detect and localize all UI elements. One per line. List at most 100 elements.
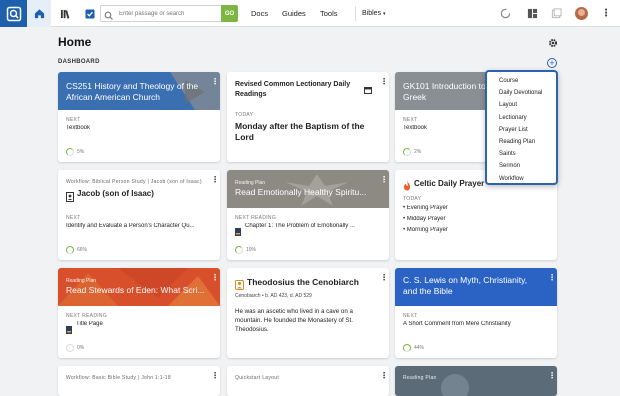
next-label: NEXT READING	[235, 215, 277, 221]
layouts-icon[interactable]	[524, 0, 540, 27]
card-title[interactable]: C. S. Lewis on Myth, Christianity, and t…	[403, 275, 527, 296]
progress: 66%	[66, 246, 87, 254]
dropdown-item-sermon[interactable]: Sermon	[487, 160, 556, 172]
course-card-cs251[interactable]: CS251 History and Theology of the Africa…	[58, 72, 220, 162]
card-title[interactable]: Theodosius the Cenobiarch	[247, 277, 381, 287]
card-menu-icon[interactable]: ⋮	[211, 372, 219, 380]
prayer-item[interactable]: • Evening Prayer	[403, 205, 549, 211]
card-menu-icon[interactable]: ⋮	[380, 78, 388, 86]
reading-plan-card-4[interactable]: Reading Plan ⋮	[395, 366, 557, 396]
layout-card[interactable]: Quickstart Layout ⋮	[227, 366, 389, 396]
saint-dates: Cenobiarch • b. AD 423, d. AD 529	[235, 293, 312, 299]
card-menu-icon[interactable]: ⋮	[548, 372, 556, 380]
sync-icon[interactable]	[497, 0, 513, 27]
card-title[interactable]: Read Emotionally Healthy Spiritu...	[235, 187, 366, 197]
next-item[interactable]: Identify and Evaluate a Person's Charact…	[66, 223, 212, 229]
card-menu-icon[interactable]: ⋮	[211, 78, 219, 86]
checklist-icon[interactable]	[78, 0, 102, 27]
library-icon[interactable]	[53, 0, 77, 27]
more-menu-icon[interactable]: ⋮	[598, 0, 614, 27]
card-title[interactable]: Revised Common Lectionary Daily Readings	[235, 80, 363, 100]
guides-menu[interactable]: Guides	[282, 0, 306, 27]
saint-description: He was an ascetic who lived in a cave on…	[235, 308, 353, 333]
search-field[interactable]: GO	[100, 5, 238, 22]
saint-card-theodosius[interactable]: Theodosius the Cenobiarch ⋮ Cenobiarch •…	[227, 268, 389, 358]
card-title[interactable]: Jacob (son of Isaac)	[77, 189, 212, 199]
dashboard-heading: DASHBOARD	[58, 59, 100, 65]
search-icon	[104, 8, 114, 26]
tools-menu[interactable]: Tools	[320, 0, 338, 27]
user-avatar[interactable]	[575, 7, 588, 20]
prayer-item[interactable]: • Midday Prayer	[403, 216, 549, 222]
dropdown-item-daily-devotional[interactable]: Daily Devotional	[487, 87, 556, 99]
go-button[interactable]: GO	[221, 5, 238, 22]
progress: 10%	[235, 246, 256, 254]
workflow-card-jacob[interactable]: Workflow: Biblical Person Study | Jacob …	[58, 170, 220, 260]
add-card-icon[interactable]: +	[547, 58, 557, 68]
card-menu-icon[interactable]: ⋮	[380, 372, 388, 380]
add-card-dropdown: Course Daily Devotional Layout Lectionar…	[485, 70, 558, 185]
today-label: TODAY	[403, 196, 422, 202]
next-label: NEXT	[66, 215, 81, 221]
card-menu-icon[interactable]: ⋮	[380, 176, 388, 184]
search-input[interactable]	[119, 7, 219, 20]
gear-icon[interactable]	[548, 35, 558, 53]
card-menu-icon[interactable]: ⋮	[548, 274, 556, 282]
docs-menu[interactable]: Docs	[251, 0, 268, 27]
top-nav-bar: GO Docs Guides Tools Bibles ▾ ⋮	[0, 0, 620, 27]
progress-ring-icon	[66, 246, 74, 254]
course-card-cs-lewis[interactable]: C. S. Lewis on Myth, Christianity, and t…	[395, 268, 557, 358]
card-title-line2[interactable]: Greek	[403, 92, 426, 102]
today-label: TODAY	[235, 112, 254, 118]
card-title[interactable]: Read Stewards of Eden: What Scri...	[66, 285, 204, 295]
dropdown-item-prayer-list[interactable]: Prayer List	[487, 124, 556, 136]
dropdown-item-course[interactable]: Course	[487, 75, 556, 87]
card-banner: C. S. Lewis on Myth, Christianity, and t…	[395, 268, 557, 306]
card-subtitle: Quickstart Layout	[235, 375, 280, 381]
card-subtitle: Reading Plan	[66, 278, 97, 284]
card-menu-icon[interactable]: ⋮	[380, 274, 388, 282]
person-doc-icon	[66, 189, 74, 207]
card-subtitle: Workflow: Basic Bible Study | John 1:1-1…	[66, 375, 171, 381]
card-menu-icon[interactable]: ⋮	[211, 176, 219, 184]
next-item[interactable]: Textbook	[66, 125, 212, 131]
dropdown-item-layout[interactable]: Layout	[487, 99, 556, 111]
progress-ring-icon	[403, 148, 411, 156]
progress-ring-icon	[66, 344, 74, 352]
reading-plan-card-ehs[interactable]: Reading Plan Read Emotionally Healthy Sp…	[227, 170, 389, 260]
prayer-item[interactable]: • Morning Prayer	[403, 227, 549, 233]
dropdown-item-lectionary[interactable]: Lectionary	[487, 112, 556, 124]
book-icon	[66, 321, 72, 339]
home-icon[interactable]	[27, 0, 51, 27]
card-subtitle: Workflow: Biblical Person Study | Jacob …	[66, 179, 202, 185]
calendar-icon[interactable]	[364, 81, 372, 99]
card-banner: Reading Plan Read Emotionally Healthy Sp…	[227, 170, 389, 208]
next-item[interactable]: Chapter 1: The Problem of Emotionally ..…	[245, 223, 381, 229]
nav-divider	[355, 6, 356, 21]
lectionary-card[interactable]: Revised Common Lectionary Daily Readings…	[227, 72, 389, 162]
reading-plan-card-eden[interactable]: Reading Plan Read Stewards of Eden: What…	[58, 268, 220, 358]
workflow-card-john[interactable]: Workflow: Basic Bible Study | John 1:1-1…	[58, 366, 220, 396]
next-item[interactable]: A Short Comment from Mere Christianity	[403, 321, 549, 327]
card-title-line1[interactable]: GK101 Introduction to	[403, 81, 486, 91]
chevron-down-icon: ▾	[383, 11, 386, 17]
progress-ring-icon	[235, 246, 243, 254]
next-item[interactable]: Title Page	[76, 321, 212, 327]
dropdown-item-reading-plan[interactable]: Reading Plan	[487, 136, 556, 148]
page-title: Home	[58, 35, 92, 49]
bibles-menu[interactable]: Bibles ▾	[362, 0, 386, 27]
panel-icon[interactable]	[548, 0, 564, 27]
progress: 5%	[66, 148, 84, 156]
card-banner: CS251 History and Theology of the Africa…	[58, 72, 220, 110]
card-menu-icon[interactable]: ⋮	[211, 274, 219, 282]
progress-text: 5%	[77, 149, 85, 155]
logos-logo-icon[interactable]	[0, 0, 27, 27]
dropdown-item-workflow[interactable]: Workflow	[487, 173, 556, 185]
book-icon	[235, 223, 241, 241]
flame-icon	[403, 178, 411, 196]
progress-text: 66%	[77, 247, 88, 253]
dropdown-item-saints[interactable]: Saints	[487, 148, 556, 160]
progress: 2%	[403, 148, 421, 156]
reading-title[interactable]: Monday after the Baptism of the Lord	[235, 121, 381, 143]
bibles-label: Bibles	[362, 10, 382, 17]
